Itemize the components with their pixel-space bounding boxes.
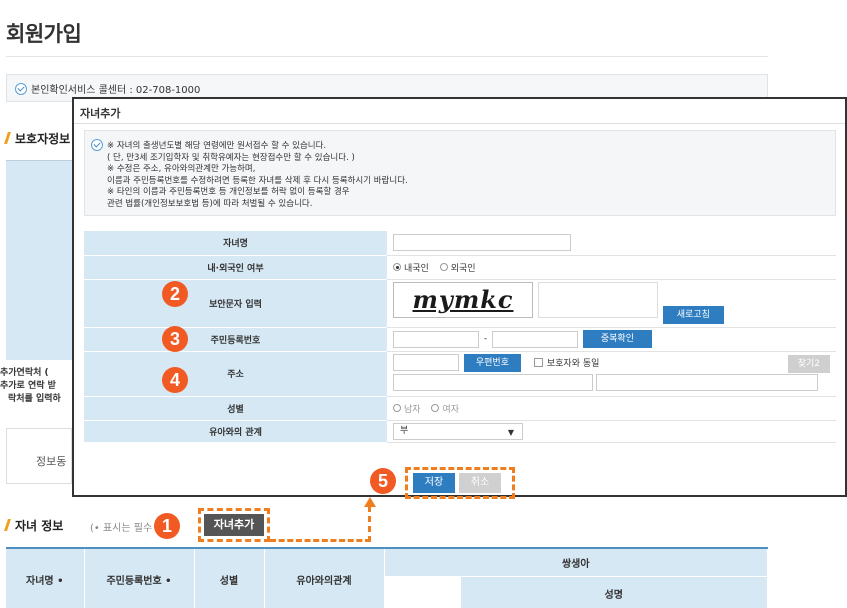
gender-label: 성별 [84,396,387,421]
col-header-twin-name: 성명 [460,576,768,608]
captcha-refresh-button[interactable]: 새로고침 [662,305,724,324]
page-title: 회원가입 [6,22,82,46]
col-header-child-name: 자녀명 • [6,547,85,608]
same-as-guardian-checkbox[interactable] [533,358,543,367]
verification-center-text: 본인확인서비스 콜센터 : 02-708-1000 [31,85,201,96]
notice-line: ※ 자녀의 출생년도별 해당 연령에만 원서접수 할 수 있습니다. [107,141,327,151]
relation-select[interactable]: 부 ▼ [393,422,523,440]
notice-lines: ※ 자녀의 출생년도별 해당 연령에만 원서접수 할 수 있습니다. ( 단, … [107,141,408,210]
address-label: 주소 [84,351,387,397]
guardian-extra-contact-label: 추가연락처 ( 추가로 연락 받 락처를 입력하 [0,368,61,404]
connector-horizontal [270,539,371,542]
section-marker-icon [4,132,11,144]
section-marker-icon [4,519,11,531]
child-section-title: 자녀 정보 [4,517,63,534]
check-circle-icon [15,83,27,95]
nationality-foreign-radio[interactable] [439,263,448,271]
col-header-rrn: 주민등록번호 • [84,547,195,608]
rrn-separator: - [483,334,488,344]
step-3-badge: 3 [162,326,188,352]
address-detail-input[interactable] [595,373,818,391]
relation-label: 유아와의 관계 [84,420,387,443]
step-4-badge: 4 [162,367,188,393]
gender-male-radio[interactable] [393,404,401,412]
modal-title: 자녀추가 [74,99,845,124]
notice-line: 이름과 주민등록번호를 수정하려면 등록한 자녀를 삭제 후 다시 등록하시기 … [107,175,408,186]
rrn-front-input[interactable] [393,330,479,348]
notice-line: ※ 수정은 주소, 유아와의관계만 가능하며, [107,164,256,174]
gender-female-radio[interactable] [431,404,440,412]
captcha-label: 보안문자 입력 [84,279,387,328]
add-child-modal: 자녀추가 ※ 자녀의 출생년도별 해당 연령에만 원서접수 할 수 있습니다. … [72,97,847,497]
rrn-back-input[interactable] [492,330,578,348]
highlight-add-child [198,508,270,542]
rrn-label: 주민등록번호 [84,327,387,352]
caret-down-icon: ▼ [507,427,514,437]
guardian-info-consent-text: 정보동 [36,455,67,468]
notice-line: ※ 타인의 이름과 주민등록번호 등 개인정보를 허락 없이 등록할 경우 [107,187,350,197]
modal-notice-box: ※ 자녀의 출생년도별 해당 연령에만 원서접수 할 수 있습니다. ( 단, … [84,130,836,216]
child-info-table: 자녀명 • 주민등록번호 • 성별 유아와의관계 쌍생아 성명 [6,547,768,608]
same-as-guardian-label: 보호자와 동일 [546,359,600,369]
check-circle-icon [91,139,103,151]
nationality-label: 내·외국인 여부 [84,255,387,280]
address-main-input[interactable] [393,373,593,391]
guardian-section-title: 보호자정보 [4,130,70,147]
add-child-form: 자녀명 내·외국인 여부 내국인 외국인 보안문자 입력 mymkc 새로고침 … [84,231,836,443]
highlight-save-cancel [405,467,515,499]
required-field-note: (• 표시는 필수 [90,523,153,534]
captcha-image: mymkc [393,282,533,319]
step-5-badge: 5 [370,468,396,494]
col-header-gender: 성별 [194,547,265,608]
postal-code-button[interactable]: 우편번호 [463,353,521,372]
duplicate-check-button[interactable]: 중복확인 [582,330,652,348]
step-2-badge: 2 [162,281,188,307]
title-divider [6,56,768,57]
arrow-up-icon [364,497,376,507]
col-header-twin-blank [384,576,461,608]
guardian-table-label-column [6,160,72,360]
connector-vertical [368,506,371,542]
nationality-domestic-radio[interactable] [393,263,401,271]
find2-button[interactable]: 찾기2 [787,354,830,373]
child-name-label: 자녀명 [84,231,387,256]
captcha-answer-input[interactable] [537,282,658,319]
col-header-relation: 유아와의관계 [264,547,385,608]
postal-code-input[interactable] [393,354,459,371]
col-header-twin: 쌍생아 [384,547,768,578]
notice-line: ( 단, 만3세 조기입학자 및 취학유예자는 현장접수만 할 수 있습니다. … [107,152,355,163]
step-1-badge: 1 [154,513,180,539]
child-name-input[interactable] [393,234,571,252]
notice-line: 관련 법률(개인정보보호법 등)에 따라 처벌될 수 있습니다. [107,198,313,209]
